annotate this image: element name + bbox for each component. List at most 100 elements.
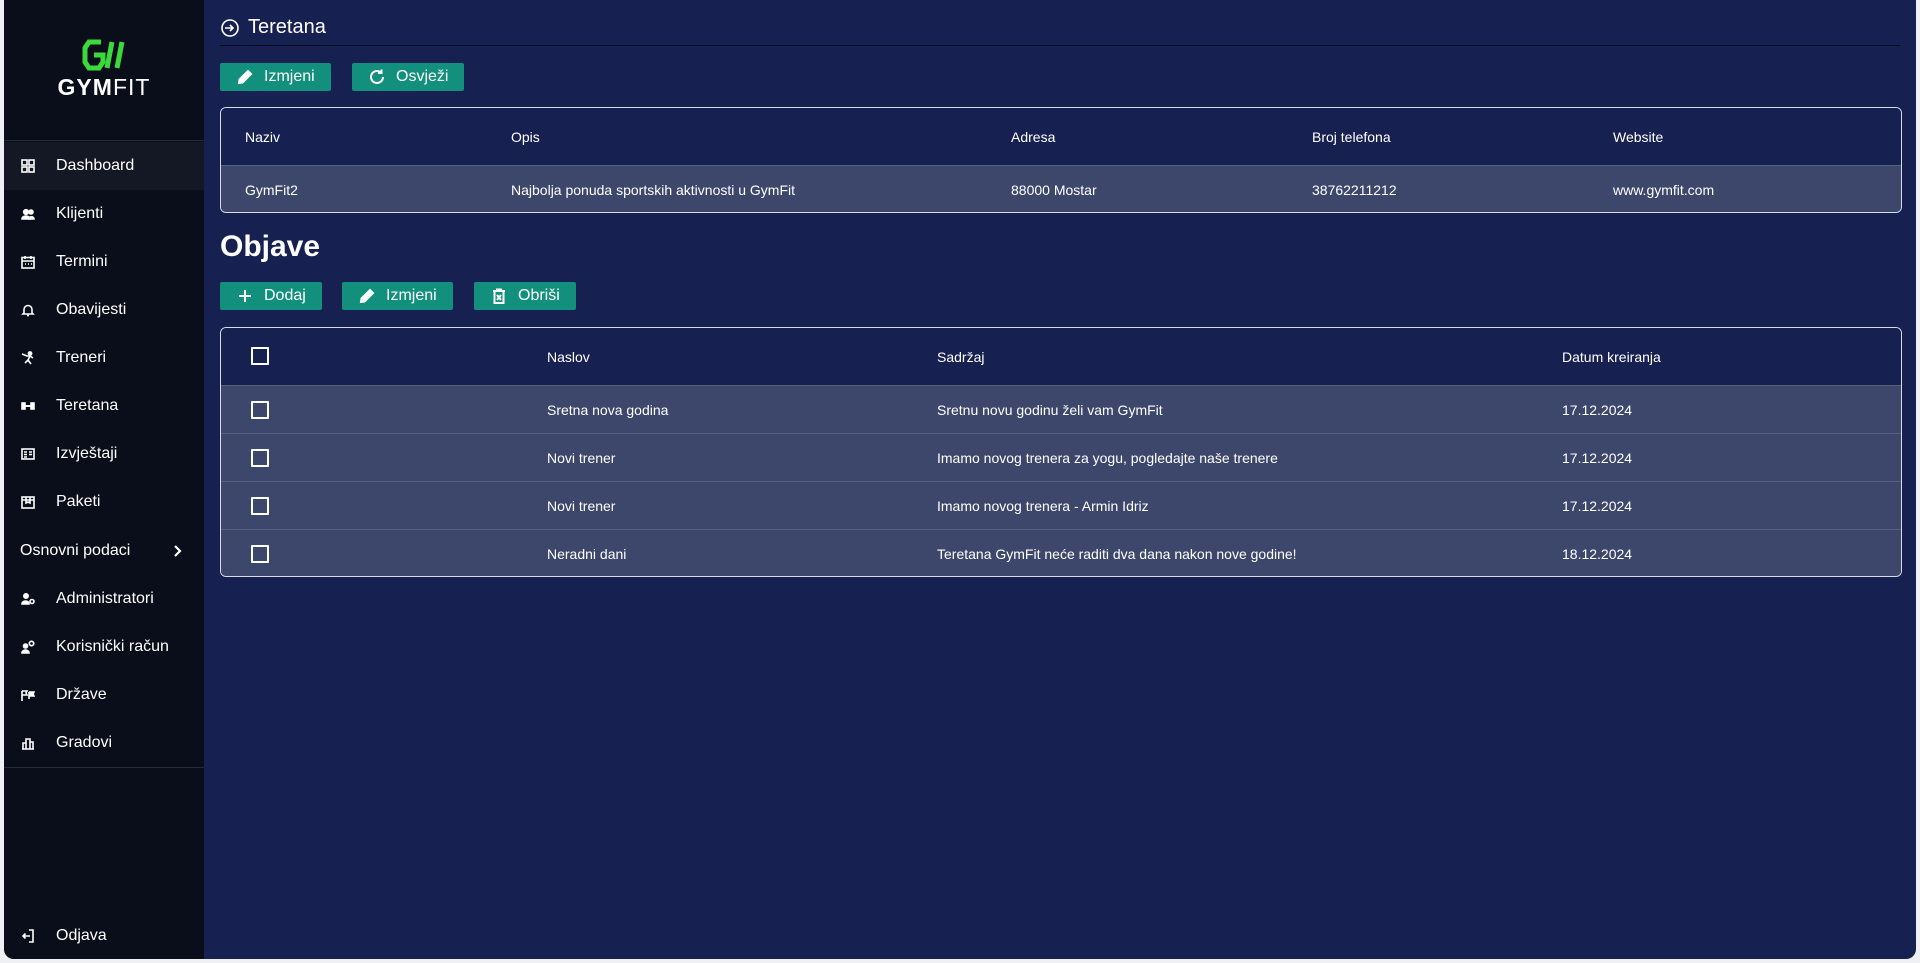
logout-label: Odjava (56, 927, 107, 944)
gym-name: GymFit2 (245, 182, 298, 198)
post-content: Imamo novog trenera - Armin Idriz (937, 497, 1149, 514)
sidebar-item-teretana[interactable]: Teretana (4, 382, 204, 430)
post-date: 17.12.2024 (1562, 401, 1633, 418)
sidebar-item-label: Gradovi (56, 734, 113, 751)
edit-gym-button[interactable]: Izmjeni (220, 63, 331, 91)
pencil-icon (359, 288, 375, 304)
edit-post-button[interactable]: Izmjeni (342, 282, 453, 310)
city-icon (20, 736, 36, 750)
pencil-icon (237, 69, 253, 85)
sidebar-item-label: Teretana (56, 397, 119, 414)
gym-phone: 38762211212 (1312, 182, 1397, 198)
table-row[interactable]: Neradni dani Teretana GymFit neće raditi… (221, 529, 1901, 576)
page-header: Teretana (220, 10, 1900, 46)
column-header-opis: Opis (511, 128, 540, 145)
sidebar-item-klijenti[interactable]: Klijenti (4, 190, 204, 238)
sidebar-divider (4, 767, 204, 768)
sidebar-group-label: Osnovni podaci (20, 542, 131, 559)
sidebar-item-gradovi[interactable]: Gradovi (4, 719, 204, 767)
sidebar-item-label: Administratori (56, 590, 154, 607)
post-content: Imamo novog trenera za yogu, pogledajte … (937, 449, 1278, 466)
calendar-icon (20, 255, 36, 269)
logo-text: GYMFIT (57, 74, 151, 100)
table-row[interactable]: Sretna nova godina Sretnu novu godinu že… (221, 385, 1901, 433)
select-all-checkbox[interactable] (251, 347, 269, 365)
column-header-datum-kreiranja: Datum kreiranja (1562, 348, 1661, 365)
post-content: Sretnu novu godinu želi vam GymFit (937, 401, 1163, 418)
add-post-button[interactable]: Dodaj (220, 282, 322, 310)
logout-button[interactable]: Odjava (4, 912, 204, 959)
refresh-button[interactable]: Osvježi (352, 63, 465, 91)
sidebar-item-termini[interactable]: Termini (4, 238, 204, 286)
edit-post-label: Izmjeni (386, 287, 437, 304)
sidebar-item-label: Treneri (56, 349, 107, 366)
logout-icon (20, 929, 36, 943)
table-row[interactable]: GymFit2 Najbolja ponuda sportskih aktivn… (221, 165, 1901, 212)
post-date: 18.12.2024 (1562, 546, 1633, 562)
sidebar-item-label: Korisnički račun (56, 638, 169, 655)
row-checkbox[interactable] (251, 401, 269, 419)
refresh-icon (370, 69, 384, 84)
sidebar-item-label: Izvještaji (56, 445, 118, 462)
table-header-row: Naziv Opis Adresa Broj telefona Website (221, 108, 1901, 165)
row-checkbox[interactable] (251, 545, 269, 563)
sidebar: GYMFIT Dashboard Klijenti Termini Obavij… (4, 0, 204, 959)
dumbbell-icon (20, 399, 36, 413)
table-row[interactable]: Novi trener Imamo novog trenera za yogu,… (221, 433, 1901, 481)
report-icon (20, 447, 36, 461)
delete-post-button[interactable]: Obriši (474, 282, 576, 310)
trainer-icon (20, 351, 36, 365)
post-date: 17.12.2024 (1562, 497, 1633, 514)
post-content: Teretana GymFit neće raditi dva dana nak… (937, 546, 1297, 562)
column-header-broj-telefona: Broj telefona (1312, 128, 1391, 145)
gym-info-table: Naziv Opis Adresa Broj telefona Website … (220, 107, 1902, 213)
sidebar-item-drzave[interactable]: Države (4, 671, 204, 719)
row-checkbox[interactable] (251, 497, 269, 515)
logo[interactable]: GYMFIT (4, 38, 204, 101)
package-icon (20, 495, 36, 509)
column-header-adresa: Adresa (1011, 128, 1056, 145)
page-title: Teretana (248, 16, 326, 38)
gymfit-logo-mark-icon (82, 39, 125, 71)
sidebar-item-treneri[interactable]: Treneri (4, 334, 204, 382)
posts-table: Naslov Sadržaj Datum kreiranja Sretna no… (220, 327, 1902, 577)
sidebar-item-administratori[interactable]: Administratori (4, 575, 204, 623)
sidebar-group-osnovni-podaci[interactable]: Osnovni podaci (4, 527, 204, 575)
sidebar-item-korisnicki-racun[interactable]: Korisnički račun (4, 623, 204, 671)
sidebar-item-label: Termini (56, 253, 108, 270)
column-header-website: Website (1613, 128, 1664, 145)
post-title: Sretna nova godina (547, 401, 669, 418)
column-header-naziv: Naziv (245, 128, 281, 145)
gym-address: 88000 Mostar (1011, 182, 1097, 198)
sidebar-item-label: Države (56, 686, 107, 703)
column-header-sadrzaj: Sadržaj (937, 348, 985, 365)
sidebar-item-label: Paketi (56, 493, 101, 510)
account-settings-icon (20, 640, 36, 654)
admin-icon (20, 592, 36, 606)
sidebar-item-obavijesti[interactable]: Obavijesti (4, 286, 204, 334)
sidebar-item-izvjestaji[interactable]: Izvještaji (4, 430, 204, 478)
app-window: GYMFIT Dashboard Klijenti Termini Obavij… (4, 0, 1916, 959)
sidebar-item-label: Dashboard (56, 157, 135, 174)
bell-icon (20, 303, 36, 317)
post-date: 17.12.2024 (1562, 449, 1633, 466)
table-row[interactable]: Novi trener Imamo novog trenera - Armin … (221, 481, 1901, 529)
users-icon (20, 207, 36, 221)
refresh-label: Osvježi (396, 68, 449, 85)
login-circle-icon (221, 18, 239, 37)
add-post-label: Dodaj (264, 287, 306, 304)
trash-icon (493, 288, 505, 304)
sidebar-item-paketi[interactable]: Paketi (4, 478, 204, 526)
plus-icon (239, 290, 251, 302)
edit-gym-label: Izmjeni (264, 68, 315, 85)
delete-post-label: Obriši (518, 287, 560, 304)
sidebar-item-label: Klijenti (56, 205, 104, 222)
post-title: Novi trener (547, 449, 616, 466)
row-checkbox[interactable] (251, 449, 269, 467)
post-title: Novi trener (547, 497, 616, 514)
chevron-right-icon (170, 544, 184, 558)
sidebar-item-dashboard[interactable]: Dashboard (4, 142, 204, 190)
post-title: Neradni dani (547, 546, 627, 562)
sidebar-divider (4, 140, 204, 141)
sidebar-item-label: Obavijesti (56, 301, 127, 318)
